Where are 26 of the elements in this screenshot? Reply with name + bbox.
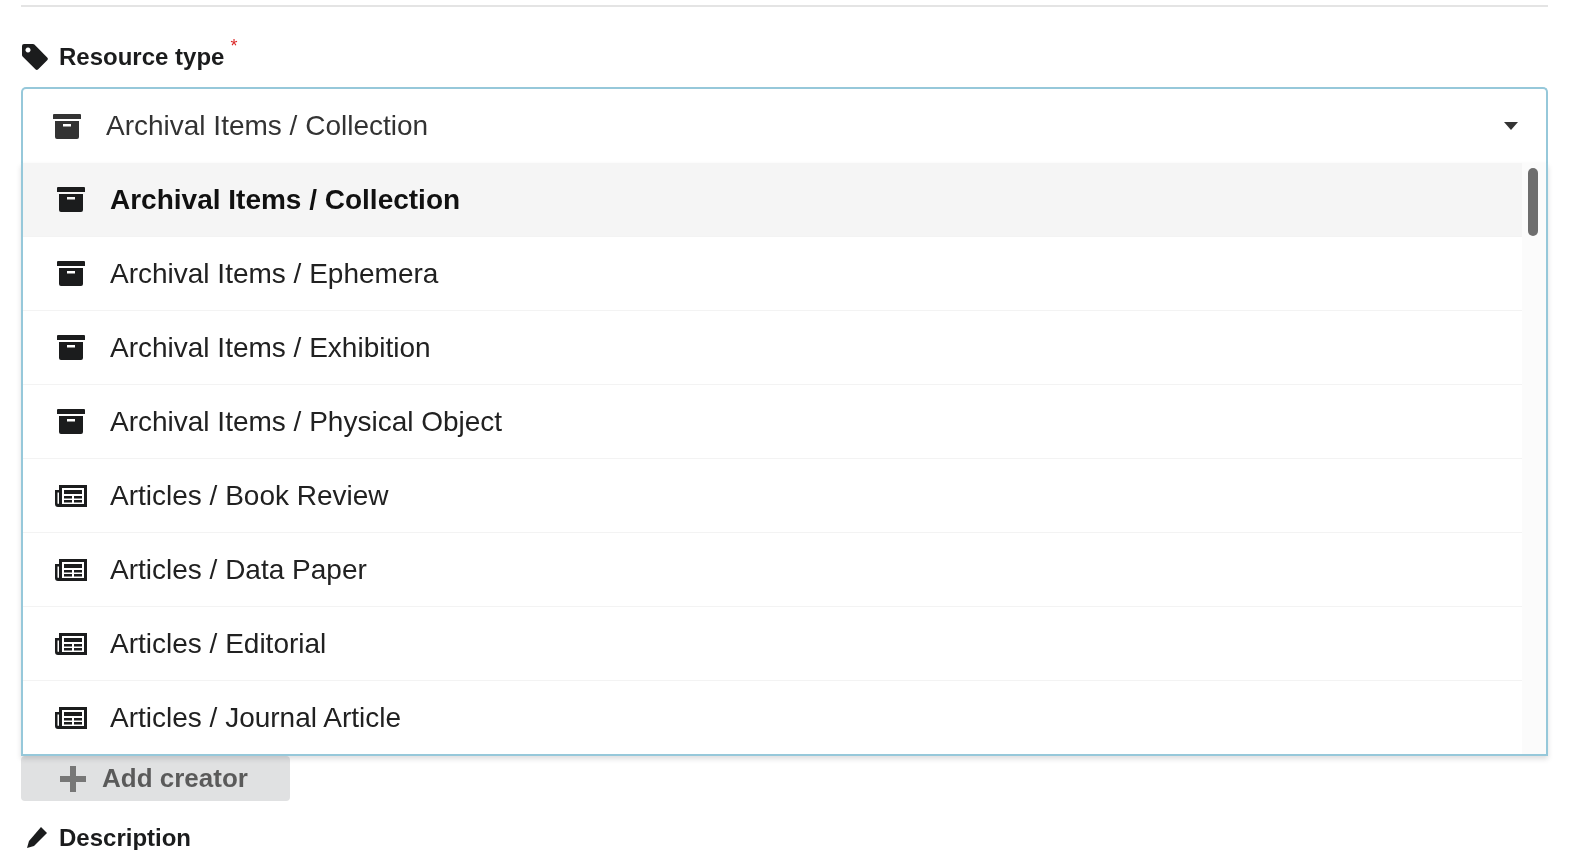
dropdown-option[interactable]: Archival Items / Physical Object (23, 384, 1522, 458)
dropdown-option[interactable]: Archival Items / Collection (23, 163, 1522, 236)
scrollbar-thumb[interactable] (1528, 168, 1538, 236)
newspaper-icon (55, 632, 87, 655)
pencil-icon (25, 827, 47, 849)
add-creator-button[interactable]: Add creator (21, 756, 290, 801)
archive-box-icon (57, 335, 85, 360)
tag-icon (22, 44, 48, 70)
plus-icon (60, 765, 86, 792)
select-field[interactable]: Archival Items / Collection (21, 87, 1548, 163)
archive-box-icon (57, 409, 85, 434)
dropdown-option[interactable]: Articles / Book Review (23, 458, 1522, 532)
caret-icon (1504, 122, 1518, 130)
archive-box-icon (53, 113, 81, 139)
dropdown-option[interactable]: Archival Items / Ephemera (23, 236, 1522, 310)
field-label: Resource type (59, 42, 225, 72)
newspaper-icon (55, 484, 87, 507)
dropdown-option[interactable]: Archival Items / Exhibition (23, 310, 1522, 384)
archive-box-icon (57, 261, 85, 286)
dropdown-option[interactable]: Articles / Journal Article (23, 680, 1522, 754)
newspaper-icon (55, 558, 87, 581)
dropdown-option[interactable]: Articles / Data Paper (23, 532, 1522, 606)
dropdown-option[interactable]: Articles / Editorial (23, 606, 1522, 680)
archive-box-icon (57, 187, 85, 212)
required-mark: * (230, 37, 238, 55)
newspaper-icon (55, 706, 87, 729)
